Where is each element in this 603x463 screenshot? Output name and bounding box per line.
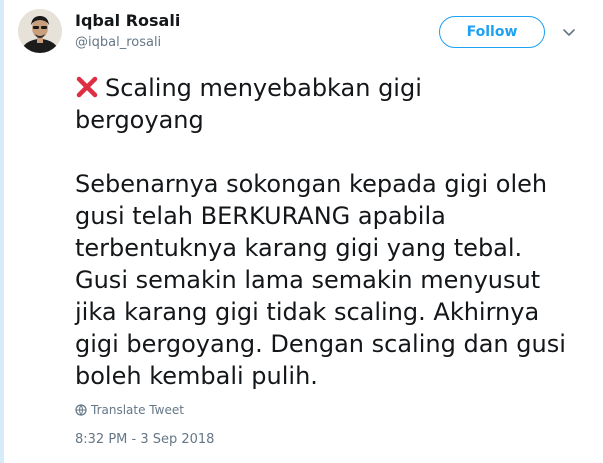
translate-label: Translate Tweet (91, 403, 184, 417)
avatar-image (18, 9, 62, 53)
author-name[interactable]: Iqbal Rosali (75, 11, 180, 30)
thread-line (0, 0, 4, 463)
tweet-card: Iqbal Rosali @iqbal_rosali Follow Scalin… (0, 0, 603, 463)
tweet-timestamp[interactable]: 8:32 PM - 3 Sep 2018 (75, 432, 214, 447)
translate-tweet-link[interactable]: Translate Tweet (75, 403, 184, 417)
tweet-text: Scaling menyebabkan gigi bergoyang Seben… (75, 72, 590, 392)
tweet-body: Sebenarnya sokongan kepada gigi oleh gus… (75, 170, 566, 390)
tweet-title: Scaling menyebabkan gigi bergoyang (75, 72, 590, 136)
avatar[interactable] (18, 9, 62, 53)
chevron-down-icon[interactable] (561, 24, 577, 40)
author-handle[interactable]: @iqbal_rosali (75, 35, 161, 50)
follow-button[interactable]: Follow (439, 16, 545, 48)
cross-mark-icon (76, 76, 98, 98)
tweet-title-text: Scaling menyebabkan gigi bergoyang (75, 74, 422, 134)
globe-icon (75, 404, 87, 416)
